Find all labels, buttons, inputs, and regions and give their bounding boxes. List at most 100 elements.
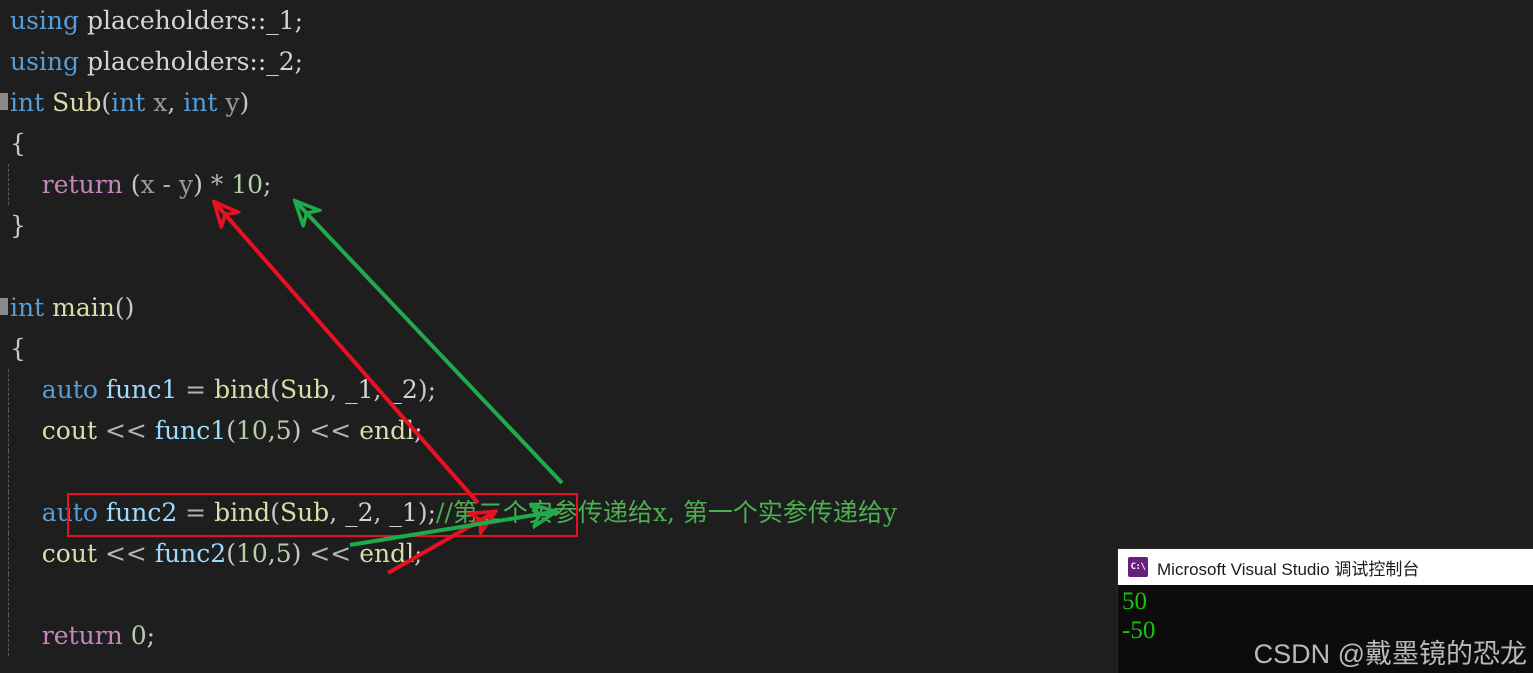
code-token: () [114,293,135,322]
code-token: auto [41,375,98,404]
indent-guide [8,164,10,205]
code-token: //第二个实参传递给x, 第一个实参传递给y [436,498,897,527]
code-token: 0 [130,621,147,650]
code-line[interactable]: auto func1 = bind(Sub, _1, _2); [0,369,1533,410]
code-token: return [41,170,123,199]
code-token: Sub [52,88,102,117]
code-token: 10 [235,416,268,445]
code-line[interactable] [0,451,1533,492]
code-token: << [104,539,147,568]
code-token: y [178,170,194,199]
code-line[interactable]: int main() [0,287,1533,328]
code-line[interactable]: using placeholders::_2; [0,41,1533,82]
code-token: using [10,6,80,35]
indent-guide [8,369,10,410]
code-token: } [10,211,26,240]
code-token: cout [41,416,97,445]
code-line[interactable] [0,246,1533,287]
code-token: ( [270,498,280,527]
indent-guide [8,533,10,574]
code-line[interactable]: } [0,205,1533,246]
code-token: using [10,47,80,76]
code-line[interactable]: int Sub(int x, int y) [0,82,1533,123]
code-token: , [373,375,390,404]
code-token: = [177,375,215,404]
code-token: { [10,334,26,363]
code-token: placeholders::_1; [79,6,304,35]
collapse-marker-icon[interactable] [0,93,8,110]
code-token: x [140,170,155,199]
code-token: placeholders::_2; [79,47,304,76]
indent-guide [8,615,10,656]
code-token: , [373,498,390,527]
console-terminal-icon: C:\ [1128,557,1148,577]
indent-guide [8,492,10,533]
csdn-watermark: CSDN @戴墨镜的恐龙 [1253,639,1527,669]
code-token: ) [417,498,428,527]
code-token: ) [417,375,428,404]
code-token: - [162,170,171,199]
code-token: , [329,498,346,527]
code-token: ; [146,621,156,650]
code-screenshot-root: using placeholders::_1; using placeholder… [0,0,1533,673]
code-token: int [183,88,218,117]
code-token: auto [41,498,98,527]
code-token: ; [427,498,437,527]
debug-console-window[interactable]: C:\ Microsoft Visual Studio 调试控制台 50 -50 … [1118,549,1533,673]
code-token: << [104,416,147,445]
code-token: int [10,293,45,322]
code-token: Sub [279,375,330,404]
code-line[interactable]: cout << func1(10,5) << endl; [0,410,1533,451]
code-token: endl [359,416,415,445]
code-line[interactable]: return (x - y) * 10; [0,164,1533,205]
code-line[interactable]: auto func2 = bind(Sub, _2, _1);//第二个实参传递… [0,492,1533,533]
code-token: 5 [275,539,292,568]
code-token: int [10,88,45,117]
code-token: endl [359,539,415,568]
console-output-area[interactable]: 50 -50 CSDN @戴墨镜的恐龙 [1118,585,1533,673]
code-token: = [177,498,215,527]
code-token: ( [226,539,236,568]
code-token: ) [291,416,302,445]
code-token: return [41,621,123,650]
code-token: _2 [389,375,418,404]
console-title-text: Microsoft Visual Studio 调试控制台 [1157,559,1420,579]
code-token: ; [414,416,423,445]
code-token: ( [270,375,280,404]
code-token: 10 [231,170,264,199]
code-token: func1 [154,416,227,445]
code-token: ) [193,170,203,199]
code-token: ( [226,416,236,445]
collapse-marker-icon[interactable] [0,298,8,315]
indent-guide [8,410,10,451]
code-token: bind [214,498,271,527]
code-token: func2 [105,498,178,527]
code-token: , [167,88,184,117]
code-token: , [267,416,276,445]
code-token: , [329,375,346,404]
code-token: func1 [105,375,178,404]
code-line[interactable]: { [0,328,1533,369]
code-line[interactable]: using placeholders::_1; [0,0,1533,41]
code-line[interactable]: { [0,123,1533,164]
code-token: , [267,539,276,568]
code-token: ) [291,539,302,568]
code-token: cout [41,539,97,568]
